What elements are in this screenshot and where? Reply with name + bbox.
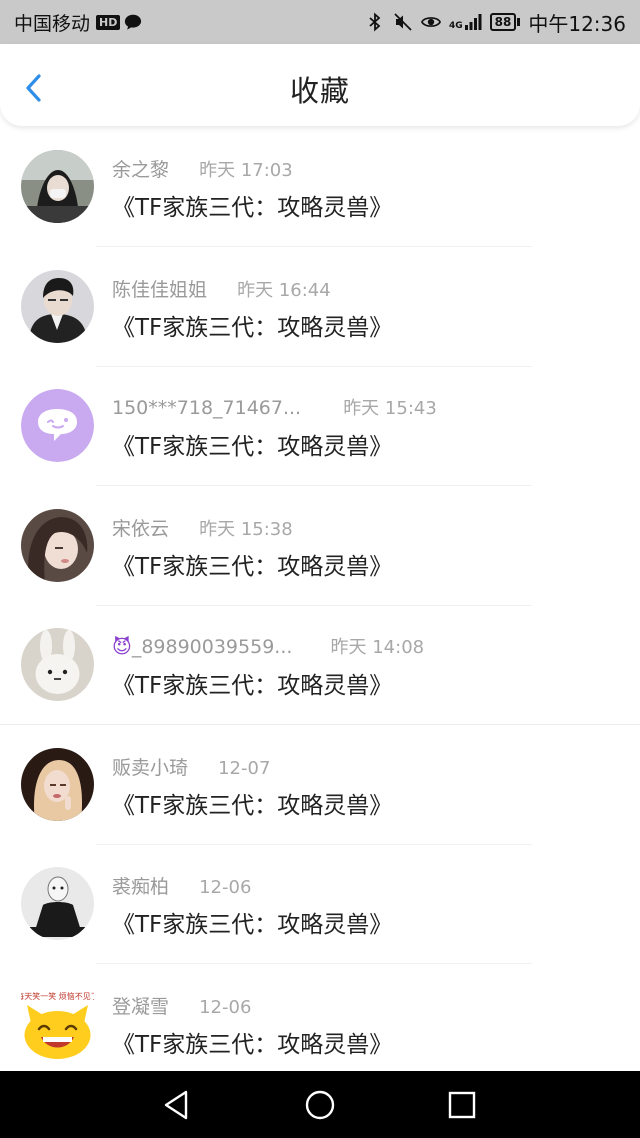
favorite-item[interactable]: 宋依云 昨天 15:38 《TF家族三代：攻略灵兽》 (0, 487, 640, 607)
user-avatar[interactable] (21, 150, 94, 223)
favorite-item[interactable]: 每天笑一笑 烦恼不见了 登凝雪 12-06 《TF家族三代：攻略灵兽》 (0, 965, 640, 1085)
favorite-content: 《TF家族三代：攻略灵兽》 (112, 314, 393, 341)
favorite-item[interactable]: 😈_89890039559... 昨天 14:08 《TF家族三代：攻略灵兽》 (0, 606, 640, 726)
default-avatar-icon[interactable] (21, 389, 94, 462)
user-avatar[interactable] (21, 269, 94, 343)
item-meta: 陈佳佳姐姐 昨天 16:44 (112, 275, 331, 301)
nav-recents-icon[interactable] (445, 1088, 479, 1122)
battery-level: 88 (489, 13, 517, 31)
user-avatar[interactable] (21, 747, 94, 821)
user-avatar[interactable] (21, 628, 94, 701)
item-meta: 150***718_71467... 昨天 15:43 (112, 394, 437, 420)
item-meta: 裘痴柏 12-06 (112, 872, 251, 898)
item-meta: 宋依云 昨天 15:38 (112, 514, 293, 540)
eye-comfort-icon (421, 17, 441, 27)
page-title: 收藏 (289, 74, 350, 108)
timestamp: 12-06 (199, 996, 252, 1018)
favorite-item[interactable]: 贩卖小琦 12-07 《TF家族三代：攻略灵兽》 (0, 726, 640, 846)
user-name: 余之黎 (112, 159, 170, 181)
favorite-content: 《TF家族三代：攻略灵兽》 (112, 1031, 393, 1058)
system-navigation-bar (0, 1071, 640, 1138)
nav-back-icon[interactable] (160, 1088, 194, 1122)
timestamp: 12-07 (218, 757, 271, 779)
favorite-item[interactable]: 150***718_71467... 昨天 15:43 《TF家族三代：攻略灵兽… (0, 367, 640, 487)
user-name: 150***718_71467... (112, 397, 302, 419)
user-name: 陈佳佳姐姐 (112, 278, 208, 301)
user-avatar[interactable] (21, 508, 94, 582)
item-meta: 😈_89890039559... 昨天 14:08 (112, 633, 424, 659)
timestamp: 昨天 14:08 (330, 637, 425, 658)
favorite-content: 《TF家族三代：攻略灵兽》 (112, 553, 393, 580)
top-nav-bar: 收藏 (0, 44, 640, 126)
timestamp: 12-06 (199, 877, 252, 898)
user-avatar[interactable] (21, 867, 94, 940)
timestamp: 昨天 16:44 (237, 279, 331, 301)
devil-emoji-icon: 😈 (112, 636, 132, 658)
network-type-label: 4G (449, 21, 463, 31)
item-meta: 贩卖小琦 12-07 (112, 753, 270, 779)
avatar-caption-text: 每天笑一笑 烦恼不见了 (21, 991, 94, 1001)
signal-group: 4G (449, 13, 482, 31)
favorite-content: 《TF家族三代：攻略灵兽》 (112, 195, 393, 221)
timestamp: 昨天 17:03 (199, 160, 293, 181)
favorites-list: 余之黎 昨天 17:03 《TF家族三代：攻略灵兽》 陈佳佳姐姐 昨天 16:4… (0, 128, 640, 1084)
favorite-content: 《TF家族三代：攻略灵兽》 (112, 912, 393, 938)
carrier-label: 中国移动 (14, 12, 91, 35)
smiling-cat-avatar[interactable]: 每天笑一笑 烦恼不见了 (21, 986, 94, 1060)
item-meta: 余之黎 昨天 17:03 (112, 155, 293, 181)
user-name: 宋依云 (112, 517, 170, 540)
favorite-item[interactable]: 余之黎 昨天 17:03 《TF家族三代：攻略灵兽》 (0, 128, 640, 248)
timestamp: 昨天 15:38 (199, 518, 293, 540)
hd-badge: HD (96, 14, 121, 30)
favorite-content: 《TF家族三代：攻略灵兽》 (112, 673, 393, 699)
status-bar: 中国移动 HD 4G 88 中午12:36 (0, 0, 640, 44)
favorite-item[interactable]: 陈佳佳姐姐 昨天 16:44 《TF家族三代：攻略灵兽》 (0, 248, 640, 368)
favorite-content: 《TF家族三代：攻略灵兽》 (112, 792, 393, 819)
message-notification-icon (125, 14, 142, 30)
user-name: 贩卖小琦 (112, 756, 189, 779)
signal-strength-icon (464, 14, 482, 30)
timestamp: 昨天 15:43 (343, 398, 437, 419)
nav-home-icon[interactable] (303, 1088, 337, 1122)
clock: 中午12:36 (528, 11, 626, 36)
battery-tip (517, 18, 521, 26)
user-name: 登凝雪 (112, 995, 170, 1018)
mute-icon (394, 13, 412, 31)
battery-indicator: 88 (489, 13, 521, 31)
item-meta: 登凝雪 12-06 (112, 992, 251, 1018)
user-name-group: 😈_89890039559... (112, 636, 292, 658)
bluetooth-icon (369, 12, 381, 32)
favorite-content: 《TF家族三代：攻略灵兽》 (112, 434, 393, 460)
user-name: 裘痴柏 (112, 876, 170, 898)
user-name: _89890039559... (131, 636, 293, 658)
favorite-item[interactable]: 裘痴柏 12-06 《TF家族三代：攻略灵兽》 (0, 845, 640, 965)
